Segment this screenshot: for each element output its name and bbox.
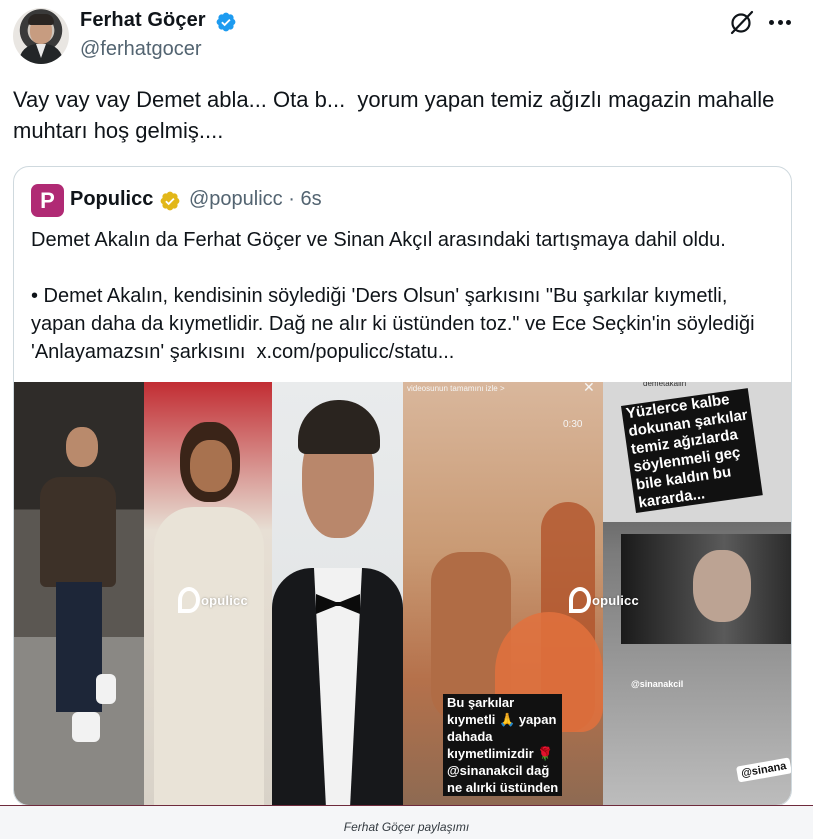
story-top-label: videosunun tamamını izle > xyxy=(407,384,505,393)
shoe-shape xyxy=(96,674,116,704)
tweet-text: Vay vay vay Demet abla... Ota b... yorum… xyxy=(13,87,781,143)
story-sticker-text: Bu şarkılar kıymetli 🙏 yapan dahada kıym… xyxy=(443,694,563,796)
story-top-label: demetakalin xyxy=(643,382,687,388)
close-icon: ✕ xyxy=(583,382,595,395)
watermark: opulicc xyxy=(569,587,639,613)
face-shape xyxy=(190,440,232,492)
tweet: Ferhat Göçer @ferhatgocer Vay vay vay De… xyxy=(0,0,813,806)
author-handle[interactable]: @ferhatgocer xyxy=(80,38,201,61)
media-panel-walking-man xyxy=(14,382,144,805)
mention-sticker: @sinana xyxy=(736,757,791,783)
shoe-shape xyxy=(72,712,100,742)
quoted-text: Demet Akalın da Ferhat Göçer ve Sinan Ak… xyxy=(31,229,755,363)
watermark-logo-icon xyxy=(569,587,591,613)
quoted-tweet[interactable]: P Populicc @populicc · 6s Demet Akalın d… xyxy=(13,166,792,806)
caption-bar: Ferhat Göçer paylaşımı xyxy=(0,805,813,839)
media-collage[interactable]: videosunun tamamını izle > 0:30 ✕ Bu şar… xyxy=(14,382,791,805)
dress-shape xyxy=(154,507,264,805)
avatar-hair xyxy=(28,14,54,25)
face-shape xyxy=(693,550,751,622)
head-shape xyxy=(66,427,98,467)
story-overlay-text: Yüzlerce kalbe dokunan şarkılar temiz ağ… xyxy=(621,388,763,513)
watermark-logo-icon xyxy=(178,587,200,613)
quoted-time[interactable]: 6s xyxy=(300,188,321,210)
author-avatar[interactable] xyxy=(13,8,69,64)
quoted-handle[interactable]: @populicc xyxy=(189,188,283,210)
gold-verified-badge-icon xyxy=(160,191,180,211)
more-options-icon[interactable] xyxy=(767,10,793,34)
watermark: opulicc xyxy=(178,587,248,613)
author-name[interactable]: Ferhat Göçer xyxy=(80,9,206,32)
photo-tag: @sinanakcil xyxy=(631,679,684,689)
verified-badge-icon xyxy=(216,12,236,32)
grok-icon[interactable] xyxy=(729,9,755,35)
jacket-shape xyxy=(40,477,116,587)
watermark-text: opulicc xyxy=(201,592,248,608)
story-time: 0:30 xyxy=(563,419,583,430)
media-panel-tuxedo-man xyxy=(272,382,403,805)
meta-separator: · xyxy=(288,188,295,210)
quoted-meta: @populicc · 6s xyxy=(189,188,322,211)
watermark-text: opulicc xyxy=(592,592,639,608)
quoted-avatar[interactable]: P xyxy=(31,184,64,217)
hair-shape xyxy=(298,400,380,454)
quoted-author-name[interactable]: Populicc xyxy=(70,188,153,211)
image-caption: Ferhat Göçer paylaşımı xyxy=(343,820,470,834)
quoted-avatar-letter: P xyxy=(40,188,55,213)
